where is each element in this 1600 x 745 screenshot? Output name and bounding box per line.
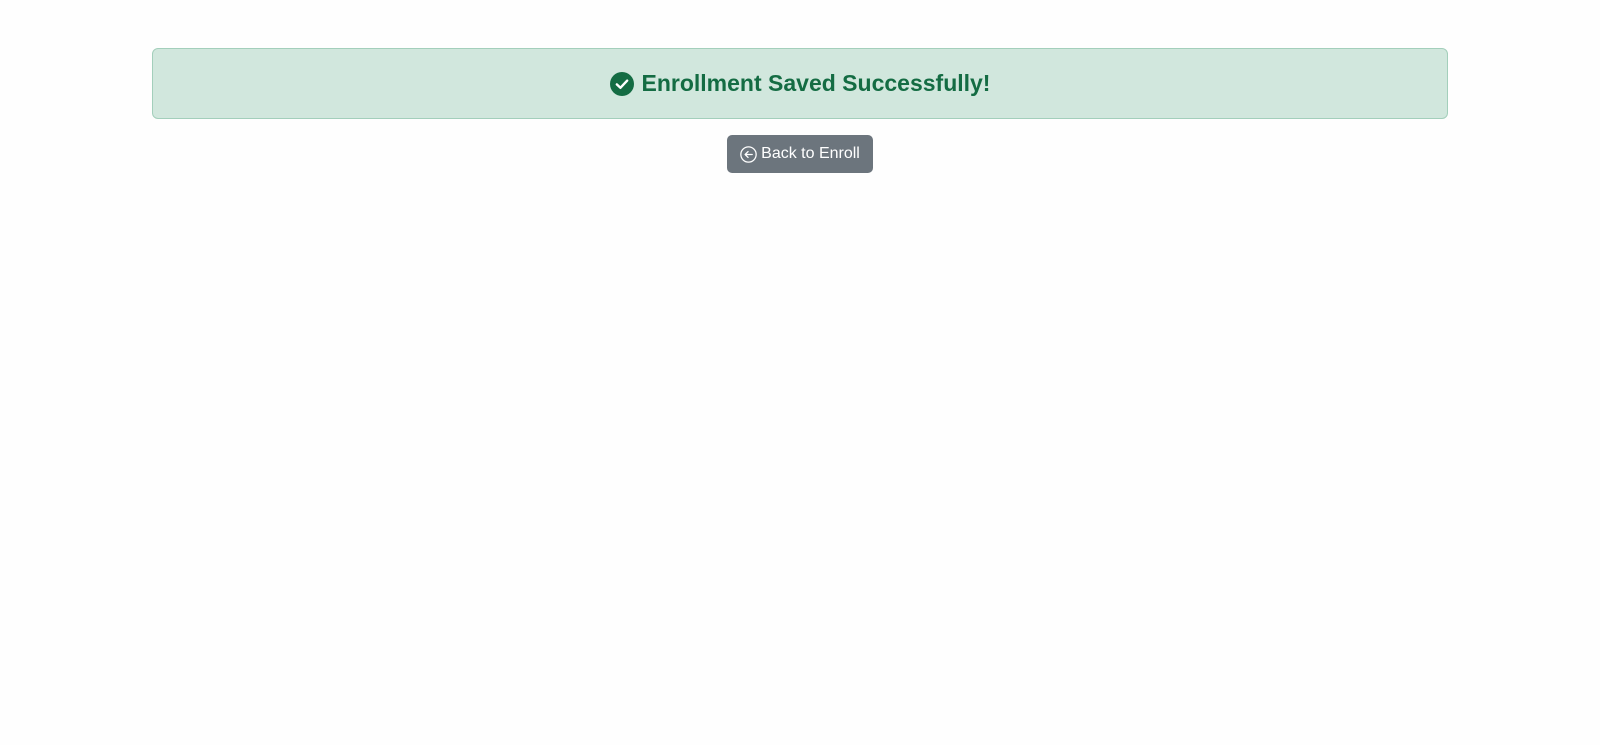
page: Enrollment Saved Successfully! Back to E… bbox=[0, 0, 1600, 745]
check-circle-icon bbox=[609, 71, 634, 96]
content-container: Enrollment Saved Successfully! Back to E… bbox=[152, 48, 1448, 173]
back-to-enroll-label: Back to Enroll bbox=[761, 145, 860, 162]
alert-message: Enrollment Saved Successfully! bbox=[641, 70, 991, 96]
action-row: Back to Enroll bbox=[152, 135, 1448, 173]
alert-heading: Enrollment Saved Successfully! bbox=[609, 70, 991, 96]
back-to-enroll-button[interactable]: Back to Enroll bbox=[727, 135, 873, 173]
success-alert: Enrollment Saved Successfully! bbox=[152, 48, 1448, 119]
arrow-left-circle-icon bbox=[740, 145, 757, 163]
